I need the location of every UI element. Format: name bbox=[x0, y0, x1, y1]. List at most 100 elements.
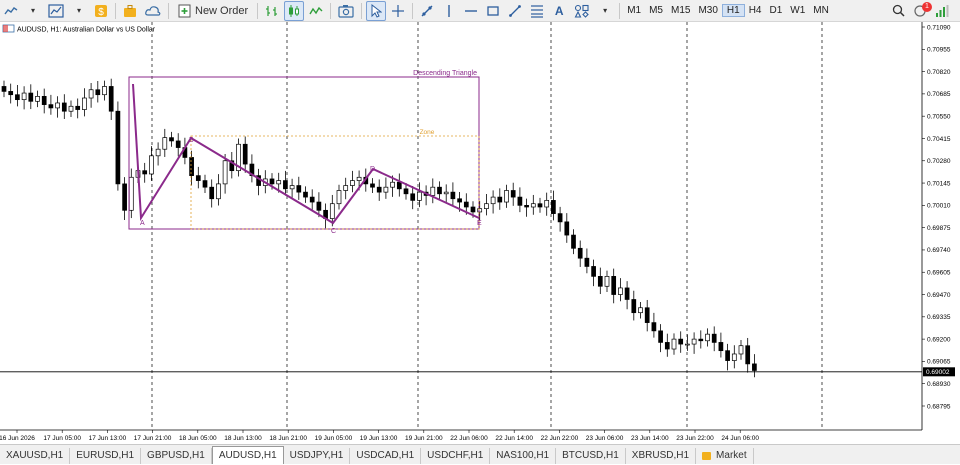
timeframe-m1[interactable]: M1 bbox=[623, 5, 645, 16]
candle-body bbox=[350, 180, 355, 186]
current-price: 0.69002 bbox=[926, 369, 950, 376]
market-label: Market bbox=[716, 450, 747, 461]
candle-body bbox=[383, 186, 389, 193]
pattern-overlay[interactable]: Descending Triangle Zone A B C D E bbox=[128, 70, 482, 235]
cloud-icon[interactable] bbox=[142, 1, 164, 21]
candle-body bbox=[497, 196, 503, 203]
market-tab[interactable]: Market bbox=[696, 448, 754, 464]
new-order-label: New Order bbox=[195, 4, 249, 17]
candle-body bbox=[718, 342, 724, 352]
symbol-tab[interactable]: NAS100,H1 bbox=[490, 448, 557, 464]
symbol-tab[interactable]: XBRUSD,H1 bbox=[626, 448, 697, 464]
candle-body bbox=[189, 157, 194, 176]
toolbar-separator bbox=[330, 2, 332, 19]
y-tick-label: 0.70280 bbox=[927, 158, 951, 165]
fibo-icon[interactable] bbox=[505, 1, 525, 21]
timeframe-m15[interactable]: M15 bbox=[667, 5, 694, 16]
candle-body bbox=[303, 191, 308, 198]
timeframe-m30[interactable]: M30 bbox=[694, 5, 721, 16]
candle-body bbox=[195, 175, 201, 181]
candle-body bbox=[698, 338, 704, 342]
market-watch-icon[interactable] bbox=[45, 1, 67, 21]
candle-body bbox=[752, 363, 757, 371]
price-chart[interactable]: Descending Triangle Zone A B C D E 0.710… bbox=[0, 22, 960, 444]
candle-body bbox=[618, 287, 623, 295]
symbol-tab[interactable]: AUDUSD,H1 bbox=[211, 446, 284, 464]
symbol-tab[interactable]: USDCHF,H1 bbox=[421, 448, 491, 464]
dollar-icon[interactable]: $ bbox=[91, 1, 111, 21]
symbol-tab[interactable]: EURUSD,H1 bbox=[70, 448, 142, 464]
dropdown-icon[interactable]: ▾ bbox=[23, 1, 43, 21]
new-order-icon bbox=[178, 4, 191, 17]
y-tick-label: 0.68795 bbox=[927, 403, 951, 410]
candle-body bbox=[396, 181, 402, 190]
trendline-icon[interactable] bbox=[417, 1, 437, 21]
timeframe-m5[interactable]: M5 bbox=[645, 5, 667, 16]
candle-body bbox=[484, 203, 489, 210]
candle-body bbox=[68, 105, 74, 112]
alarm-icon[interactable]: 1 bbox=[910, 1, 932, 21]
candle-body bbox=[611, 276, 617, 295]
line-chart-icon[interactable] bbox=[1, 1, 21, 21]
symbol-tab[interactable]: XAUUSD,H1 bbox=[0, 448, 71, 464]
timeframe-mn[interactable]: MN bbox=[809, 5, 833, 16]
cursor-icon[interactable] bbox=[366, 0, 387, 21]
point-d-label: D bbox=[370, 166, 375, 173]
signal-icon[interactable] bbox=[932, 1, 954, 21]
candlestick-icon[interactable] bbox=[284, 0, 305, 21]
line-icon[interactable] bbox=[306, 1, 326, 21]
search-icon[interactable] bbox=[888, 1, 908, 21]
dropdown-icon[interactable]: ▾ bbox=[69, 1, 89, 21]
point-a-label: A bbox=[140, 220, 145, 227]
timeframe-w1[interactable]: W1 bbox=[786, 5, 809, 16]
candle-body bbox=[443, 191, 449, 195]
candle-body bbox=[283, 180, 288, 190]
shapes-icon[interactable] bbox=[527, 1, 547, 21]
text-icon[interactable]: A bbox=[549, 1, 569, 21]
rectangle-icon[interactable] bbox=[483, 1, 503, 21]
candle-body bbox=[403, 188, 409, 195]
screenshot-icon[interactable] bbox=[335, 1, 357, 21]
timeframe-h1[interactable]: H1 bbox=[721, 4, 745, 17]
horizontal-line-icon[interactable] bbox=[461, 1, 481, 21]
x-tick-label: 18 Jun 21:00 bbox=[269, 435, 307, 442]
point-c-label: C bbox=[331, 228, 336, 235]
timeframe-h4[interactable]: H4 bbox=[745, 5, 766, 16]
crosshair-icon[interactable] bbox=[388, 1, 408, 21]
candle-body bbox=[450, 191, 456, 200]
candle-body bbox=[417, 191, 422, 201]
symbol-tabs: XAUUSD,H1 EURUSD,H1 GBPUSD,H1 AUDUSD,H1 USDJ… bbox=[0, 444, 960, 464]
symbol-tab[interactable]: BTCUSD,H1 bbox=[556, 448, 626, 464]
price-axis[interactable]: 0.71090 0.70955 0.70820 0.70685 0.70550 0.704… bbox=[0, 22, 951, 442]
x-tick-label: 17 Jun 05:00 bbox=[43, 435, 81, 442]
zone-box[interactable] bbox=[190, 135, 480, 230]
objects-icon[interactable] bbox=[571, 1, 593, 21]
candle-body bbox=[537, 203, 543, 208]
symbol-tab[interactable]: GBPUSD,H1 bbox=[141, 448, 212, 464]
candle-body bbox=[102, 86, 107, 96]
candle-body bbox=[577, 247, 583, 259]
y-tick-label: 0.70145 bbox=[927, 180, 951, 187]
current-price-tag: 0.69002 bbox=[0, 367, 955, 377]
candle-body bbox=[685, 343, 690, 346]
chart-title: AUDUSD, H1: Australian Dollar vs US Doll… bbox=[2, 24, 156, 34]
candle-body bbox=[209, 186, 215, 200]
y-tick-label: 0.69605 bbox=[927, 270, 951, 277]
new-order-button[interactable]: New Order bbox=[173, 1, 253, 21]
candle-body bbox=[155, 148, 161, 157]
dropdown-icon[interactable]: ▾ bbox=[595, 1, 615, 21]
symbol-title: AUDUSD, H1: Australian Dollar vs US Doll… bbox=[17, 27, 156, 34]
symbol-tab[interactable]: USDJPY,H1 bbox=[284, 448, 351, 464]
x-tick-label: 22 Jun 22:00 bbox=[541, 435, 579, 442]
vertical-line-icon[interactable] bbox=[439, 1, 459, 21]
candle-body bbox=[624, 287, 630, 300]
chart-area[interactable]: Descending Triangle Zone A B C D E 0.710… bbox=[0, 22, 960, 444]
timeframe-d1[interactable]: D1 bbox=[766, 5, 787, 16]
symbol-tab[interactable]: USDCAD,H1 bbox=[350, 448, 422, 464]
briefcase-icon[interactable] bbox=[120, 1, 140, 21]
candle-body bbox=[296, 185, 302, 193]
bar-chart-icon[interactable] bbox=[262, 1, 282, 21]
candle-body bbox=[95, 89, 101, 96]
x-tick-label: 23 Jun 14:00 bbox=[631, 435, 669, 442]
y-tick-label: 0.70820 bbox=[927, 69, 951, 76]
